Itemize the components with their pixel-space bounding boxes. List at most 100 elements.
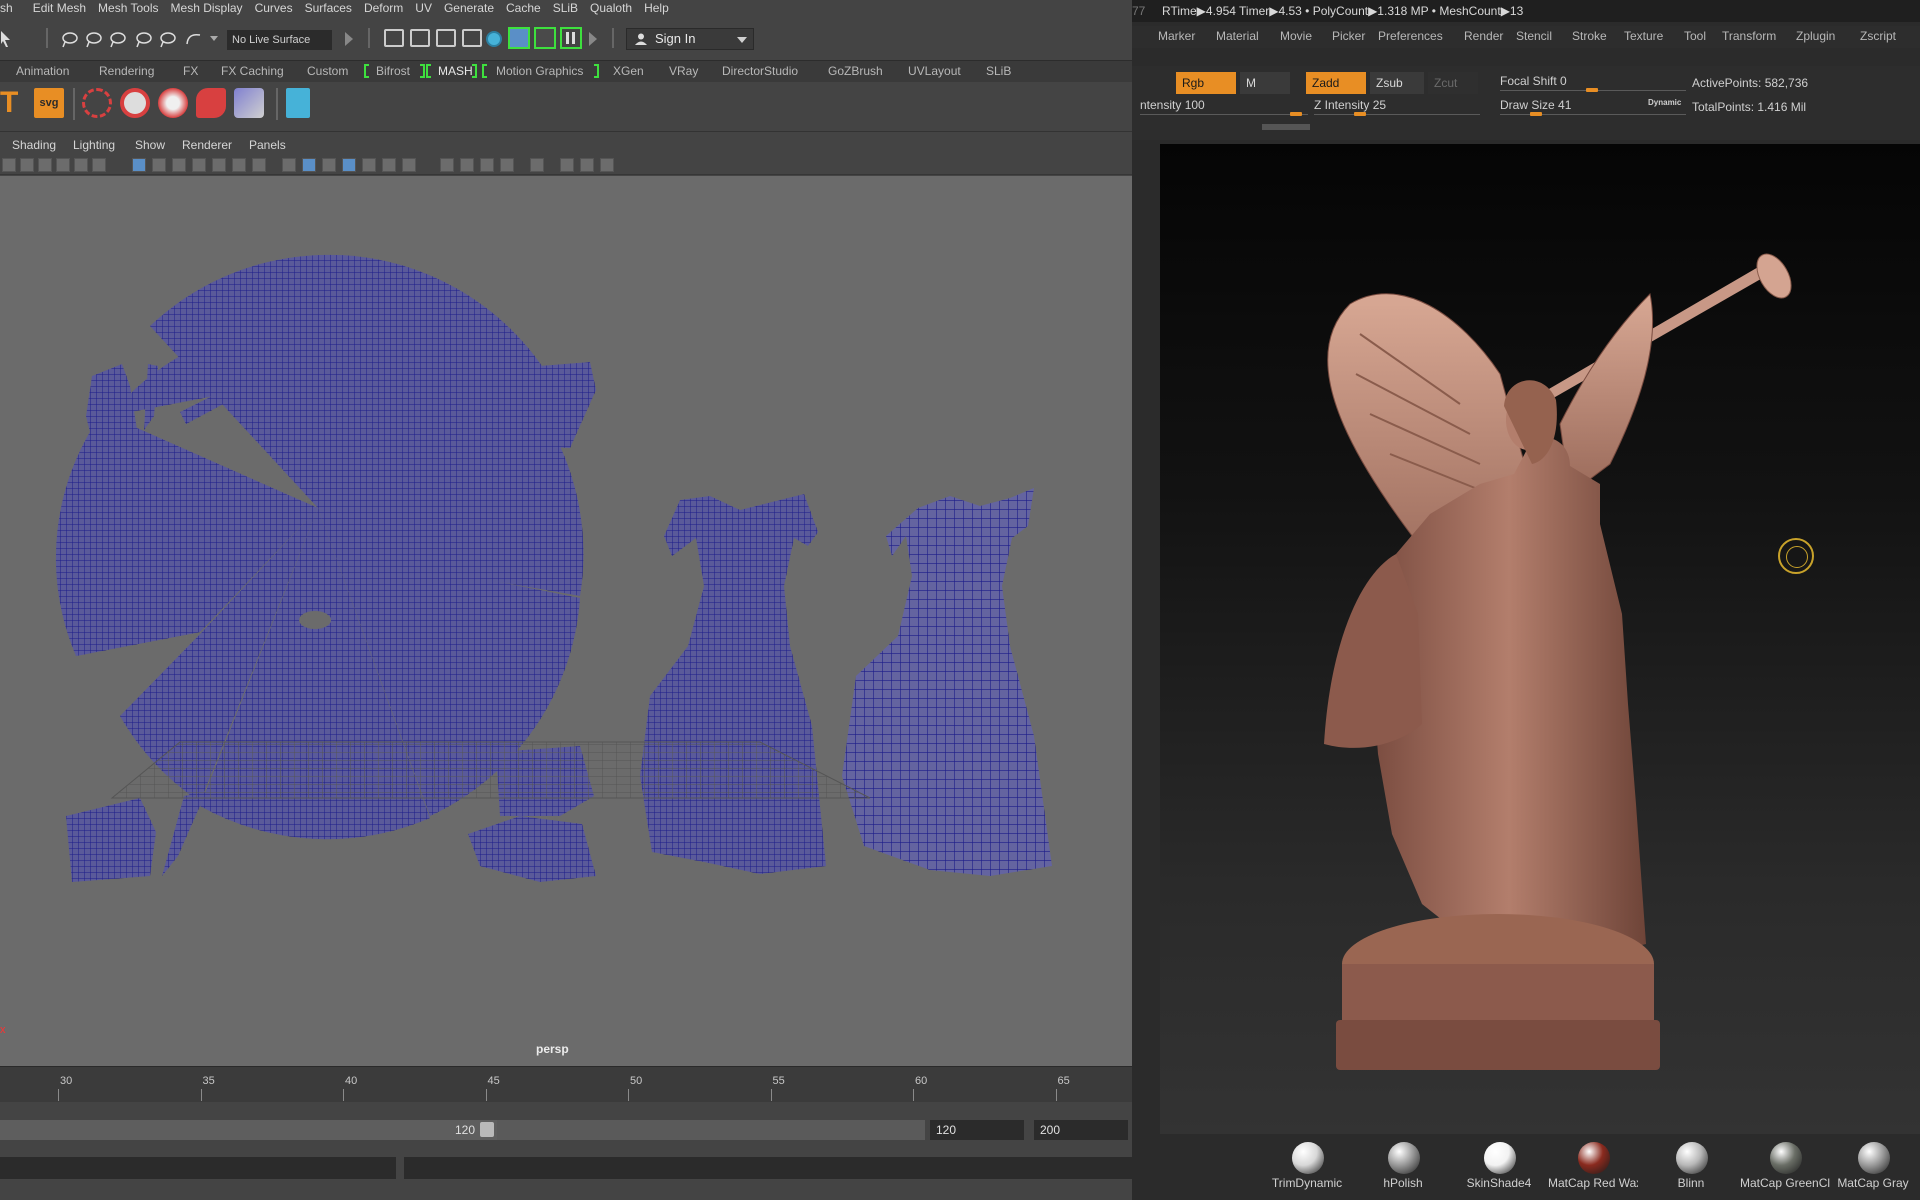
mash-dynamics-icon[interactable]: [196, 88, 226, 118]
zmenu-preferences[interactable]: Preferences: [1378, 29, 1443, 43]
panel-menu-lighting[interactable]: Lighting: [73, 138, 115, 152]
matcap-red-wax[interactable]: MatCap Red Wax: [1548, 1140, 1638, 1196]
matcap-greenclay[interactable]: MatCap GreenCl: [1740, 1140, 1830, 1196]
motion-blur-icon[interactable]: [460, 158, 474, 172]
text-tool-button[interactable]: T: [0, 88, 30, 118]
tab-motion-graphics[interactable]: Motion Graphics: [496, 64, 583, 78]
zmenu-texture[interactable]: Texture: [1624, 29, 1663, 43]
mash-flight-icon[interactable]: [234, 88, 264, 118]
tab-fx-caching[interactable]: FX Caching: [221, 64, 284, 78]
textured-icon[interactable]: [362, 158, 376, 172]
menu-curves[interactable]: Curves: [255, 1, 293, 15]
lasso-icon-3[interactable]: [108, 30, 128, 48]
range-track[interactable]: [497, 1120, 925, 1140]
ipr-render-icon[interactable]: [436, 29, 456, 47]
rgb-button[interactable]: Rgb: [1176, 72, 1236, 94]
menu-cache[interactable]: Cache: [506, 1, 541, 15]
zbrush-canvas[interactable]: [1160, 144, 1920, 1134]
render-icon-2[interactable]: [410, 29, 430, 47]
zmenu-picker[interactable]: Picker: [1332, 29, 1365, 43]
persp-viewport[interactable]: persp x: [0, 176, 1158, 1066]
depth-of-field-icon[interactable]: [500, 158, 514, 172]
zmenu-movie[interactable]: Movie: [1280, 29, 1312, 43]
matcap-hpolish[interactable]: hPolish: [1358, 1140, 1448, 1196]
m-button[interactable]: M: [1240, 72, 1290, 94]
panel-menu-renderer[interactable]: Renderer: [182, 138, 232, 152]
range-slider[interactable]: 120: [0, 1120, 497, 1140]
menu-mesh-tools[interactable]: Mesh Tools: [98, 1, 158, 15]
film-gate-icon[interactable]: [152, 158, 166, 172]
menu-slib[interactable]: SLiB: [553, 1, 578, 15]
tab-gozbrush[interactable]: GoZBrush: [828, 64, 883, 78]
zmenu-zscript[interactable]: Zscript: [1860, 29, 1896, 43]
tab-bifrost[interactable]: Bifrost: [376, 64, 410, 78]
panel-menu-shading[interactable]: Shading: [12, 138, 56, 152]
draw-size-slider[interactable]: [1500, 114, 1686, 115]
zmenu-tool[interactable]: Tool: [1684, 29, 1706, 43]
camera-icon[interactable]: [2, 158, 16, 172]
tab-directorstudio[interactable]: DirectorStudio: [722, 64, 798, 78]
default-material-icon[interactable]: [322, 158, 336, 172]
panel-menu-show[interactable]: Show: [135, 138, 165, 152]
menu-help[interactable]: Help: [644, 1, 669, 15]
anti-alias-icon[interactable]: [480, 158, 494, 172]
isolate-select-icon[interactable]: [530, 158, 544, 172]
mash-network-icon[interactable]: [82, 88, 112, 118]
zmenu-zplugin[interactable]: Zplugin: [1796, 29, 1835, 43]
tab-vray[interactable]: VRay: [669, 64, 698, 78]
wireframe-icon[interactable]: [282, 158, 296, 172]
lights-icon[interactable]: [382, 158, 396, 172]
pause-icon[interactable]: [560, 27, 582, 49]
range-slider-handle[interactable]: [480, 1122, 494, 1137]
menu-mesh-display[interactable]: Mesh Display: [171, 1, 243, 15]
play-arrow-icon-2[interactable]: [589, 32, 597, 46]
resolution-gate-icon[interactable]: [172, 158, 186, 172]
panel-menu-panels[interactable]: Panels: [249, 138, 286, 152]
export-document-icon[interactable]: [286, 88, 310, 118]
render-view-icon[interactable]: [508, 27, 530, 49]
wireframe-on-shaded-icon[interactable]: [342, 158, 356, 172]
matcap-gray[interactable]: MatCap Gray: [1828, 1140, 1918, 1196]
image-plane-icon[interactable]: [56, 158, 70, 172]
select-arrow-icon[interactable]: [0, 30, 12, 48]
safe-action-icon[interactable]: [232, 158, 246, 172]
render-settings-icon[interactable]: [462, 29, 482, 47]
matcap-blinn[interactable]: Blinn: [1646, 1140, 1736, 1196]
gate-mask-icon[interactable]: [192, 158, 206, 172]
rgb-intensity-knob[interactable]: [1290, 112, 1302, 116]
xray-joints-icon[interactable]: [580, 158, 594, 172]
lasso-icon-5[interactable]: [158, 30, 178, 48]
play-arrow-icon[interactable]: [345, 32, 353, 46]
playback-end-field[interactable]: 120: [930, 1120, 1024, 1140]
2d-pan-icon[interactable]: [74, 158, 88, 172]
ambient-occlusion-icon[interactable]: [440, 158, 454, 172]
grease-pencil-icon[interactable]: [92, 158, 106, 172]
hypershade-icon[interactable]: [486, 31, 502, 47]
grid-icon[interactable]: [132, 158, 146, 172]
zmenu-material[interactable]: Material: [1216, 29, 1259, 43]
z-intensity-slider[interactable]: [1314, 114, 1480, 115]
animation-end-field[interactable]: 200: [1034, 1120, 1128, 1140]
tab-slib[interactable]: SLiB: [986, 64, 1011, 78]
zmenu-stroke[interactable]: Stroke: [1572, 29, 1607, 43]
smooth-shade-icon[interactable]: [302, 158, 316, 172]
zsub-button[interactable]: Zsub: [1370, 72, 1424, 94]
mash-sphere-icon[interactable]: [120, 88, 150, 118]
matcap-trimdynamic[interactable]: TrimDynamic: [1262, 1140, 1352, 1196]
light-editor-icon[interactable]: [534, 27, 556, 49]
sign-in-button[interactable]: Sign In: [626, 28, 754, 50]
render-icon-1[interactable]: [384, 29, 404, 47]
xray-active-icon[interactable]: [600, 158, 614, 172]
shadows-icon[interactable]: [402, 158, 416, 172]
tab-mash[interactable]: MASH: [438, 64, 473, 78]
tab-custom[interactable]: Custom: [307, 64, 348, 78]
zcut-button[interactable]: Zcut: [1428, 72, 1478, 94]
menu-deform[interactable]: Deform: [364, 1, 403, 15]
lasso-select-icon[interactable]: [60, 30, 80, 48]
rgb-intensity-slider[interactable]: [1140, 114, 1308, 115]
mash-explode-icon[interactable]: [158, 88, 188, 118]
zadd-button[interactable]: Zadd: [1306, 72, 1366, 94]
menu-generate[interactable]: Generate: [444, 1, 494, 15]
draw-size-knob[interactable]: [1530, 112, 1542, 116]
z-intensity-knob[interactable]: [1354, 112, 1366, 116]
